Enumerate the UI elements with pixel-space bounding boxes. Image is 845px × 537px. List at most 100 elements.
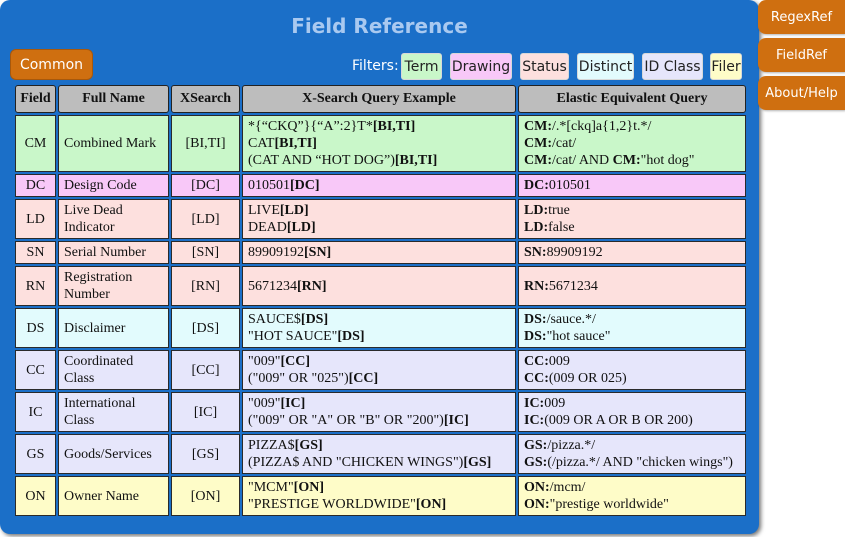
table-row-dc: DC Design Code [DC] 010501[DC] DC:010501 — [15, 174, 746, 197]
nav-fieldref-button[interactable]: FieldRef — [758, 38, 845, 72]
query-text: DEAD — [248, 220, 287, 235]
query-text: "HOT SAUCE" — [248, 329, 338, 344]
query-text: PIZZA$ — [248, 438, 295, 453]
xsearch-cell: [LD] — [171, 199, 240, 239]
xsearch-cell: [GS] — [171, 434, 240, 474]
field-prefix: CM: — [612, 153, 641, 168]
nav-about-help-button[interactable]: About/Help — [758, 76, 845, 110]
filter-idclass-toggle[interactable]: ID Class — [642, 53, 703, 80]
field-tag: [DS] — [300, 312, 329, 327]
xsearch-cell: [BI,TI] — [171, 115, 240, 172]
field-prefix: RN: — [524, 278, 549, 294]
elastic-query-line: LD:false — [524, 219, 740, 236]
field-tag: [BI,TI] — [394, 153, 438, 168]
full-name-cell: Live Dead Indicator — [58, 199, 169, 239]
xsearch-example-line: *{“CKQ”}{“A”:2}T*[BI,TI] — [248, 118, 510, 135]
query-text: /mcm/ — [549, 480, 586, 495]
xsearch-example-cell: PIZZA$[GS] (PIZZA$ AND "CHICKEN WINGS")[G… — [242, 434, 516, 474]
xsearch-example-cell: 010501[DC] — [242, 174, 516, 197]
xsearch-example-line: 5671234[RN] — [248, 278, 510, 295]
field-tag: [ON] — [293, 480, 324, 495]
query-text: 010501 — [248, 178, 290, 193]
xsearch-cell: [DC] — [171, 174, 240, 197]
field-prefix: CM: — [524, 136, 552, 151]
table-header-row: Field Full Name XSearch X-Search Query E… — [15, 85, 746, 113]
query-text: (009 OR 025) — [548, 371, 627, 386]
field-prefix: DS: — [524, 329, 547, 344]
query-text: 5671234 — [248, 278, 297, 294]
xsearch-example-line: DEAD[LD] — [248, 219, 510, 236]
xsearch-example-line: SAUCE$[DS] — [248, 311, 510, 328]
elastic-query-line: ON:"prestige worldwide" — [524, 496, 740, 513]
elastic-query-line: DC:010501 — [524, 177, 740, 194]
query-text: /cat/ AND — [552, 153, 613, 168]
query-text: 5671234 — [548, 278, 598, 294]
column-header-xsearch-example: X-Search Query Example — [242, 85, 516, 113]
elastic-query-cell: IC: 009 IC:(009 OR A OR B OR 200) — [518, 392, 746, 432]
nav-regexref-button[interactable]: RegexRef — [758, 0, 845, 34]
field-reference-panel: Field Reference Common Filters: Term Dra… — [0, 0, 759, 534]
xsearch-cell: [ON] — [171, 476, 240, 516]
full-name-cell: International Class — [58, 392, 169, 432]
field-tag: [GS] — [463, 455, 492, 470]
query-text: /.*[ckq]a{1,2}t.*/ — [552, 119, 652, 134]
field-tag: [BI,TI] — [274, 136, 317, 151]
xsearch-example-line: "MCM"[ON] — [248, 479, 510, 496]
xsearch-example-line: "HOT SAUCE"[DS] — [248, 328, 510, 345]
filter-filer-toggle[interactable]: Filer — [710, 53, 742, 80]
field-tag: [RN] — [297, 278, 327, 294]
xsearch-cell: [IC] — [171, 392, 240, 432]
full-name-cell: Owner Name — [58, 476, 169, 516]
query-text: "hot sauce" — [546, 329, 611, 344]
elastic-query-cell: DS:/sauce.*/DS:"hot sauce" — [518, 308, 746, 348]
query-text: 009 — [548, 354, 570, 369]
field-prefix: IC: — [524, 413, 545, 428]
full-name-cell: Goods/Services — [58, 434, 169, 474]
elastic-query-line: DS:/sauce.*/ — [524, 311, 740, 328]
panel-title: Field Reference — [291, 14, 468, 38]
elastic-query-line: CC:(009 OR 025) — [524, 370, 740, 387]
common-button[interactable]: Common — [10, 49, 93, 80]
xsearch-example-line: ("009" OR "025")[CC] — [248, 370, 510, 387]
query-text: 010501 — [548, 178, 591, 193]
field-code-cell: DC — [15, 174, 56, 197]
xsearch-example-cell: 89909192[SN] — [242, 241, 516, 264]
filter-term-toggle[interactable]: Term — [401, 53, 442, 80]
field-prefix: DC: — [524, 178, 549, 193]
table-row-sn: SN Serial Number [SN] 89909192[SN] SN:899091… — [15, 241, 746, 264]
field-tag: [GS] — [294, 438, 323, 453]
xsearch-example-line: "009"[CC] — [248, 353, 510, 370]
xsearch-example-cell: "MCM"[ON] "PRESTIGE WORLDWIDE"[ON] — [242, 476, 516, 516]
field-code-cell: SN — [15, 241, 56, 264]
xsearch-example-line: LIVE[LD] — [248, 202, 510, 219]
table-row-ic: IC International Class [IC] "009"[IC] ("009"… — [15, 392, 746, 432]
elastic-query-cell: DC:010501 — [518, 174, 746, 197]
field-code-cell: RN — [15, 266, 56, 306]
filter-distinct-toggle[interactable]: Distinct — [577, 53, 634, 80]
query-text: true — [548, 203, 570, 218]
xsearch-example-cell: LIVE[LD] DEAD[LD] — [242, 199, 516, 239]
query-text: 009 — [544, 396, 566, 411]
field-code-cell: CC — [15, 350, 56, 390]
query-text: /cat/ — [552, 136, 577, 151]
elastic-query-line: SN:89909192 — [524, 244, 740, 261]
elastic-query-line: IC:(009 OR A OR B OR 200) — [524, 412, 740, 429]
field-prefix: CC: — [524, 354, 549, 369]
field-prefix: SN: — [524, 245, 547, 260]
full-name-cell: Disclaimer — [58, 308, 169, 348]
field-code-cell: CM — [15, 115, 56, 172]
query-text: ("009" OR "025") — [248, 371, 349, 386]
elastic-query-cell: ON:/mcm/ON:"prestige worldwide" — [518, 476, 746, 516]
filter-drawing-toggle[interactable]: Drawing — [450, 53, 512, 80]
table-row-rn: RN Registration Number [RN] 5671234[RN] RN:5… — [15, 266, 746, 306]
elastic-query-cell: SN:89909192 — [518, 241, 746, 264]
elastic-query-line: GS:(/pizza.*/ AND "chicken wings") — [524, 454, 740, 471]
xsearch-example-line: ("009" OR "A" OR "B" OR "200")[IC] — [248, 412, 510, 429]
field-reference-table: Field Full Name XSearch X-Search Query E… — [13, 83, 748, 518]
field-code-cell: ON — [15, 476, 56, 516]
query-text: SAUCE$ — [248, 312, 301, 327]
query-text: LIVE — [248, 203, 280, 218]
filter-status-toggle[interactable]: Status — [520, 53, 569, 80]
query-text: (009 OR A OR B OR 200) — [544, 413, 693, 428]
field-tag: [CC] — [280, 354, 310, 369]
